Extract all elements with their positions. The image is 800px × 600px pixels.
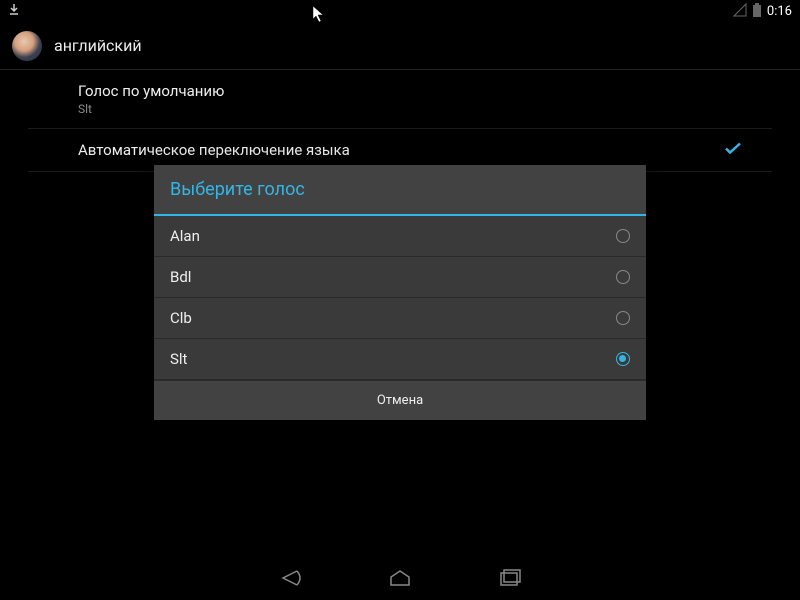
- voice-option-slt[interactable]: Slt: [154, 339, 646, 380]
- radio-icon: [616, 311, 630, 325]
- option-label: Clb: [170, 309, 192, 327]
- option-label: Alan: [170, 227, 200, 245]
- option-label: Slt: [170, 350, 187, 368]
- radio-icon: [616, 270, 630, 284]
- dialog-overlay: Выберите голос Alan Bdl Clb Slt Отмена: [0, 0, 800, 600]
- option-label: Bdl: [170, 268, 191, 286]
- dialog-title: Выберите голос: [154, 165, 646, 216]
- radio-icon-selected: [616, 352, 630, 366]
- voice-select-dialog: Выберите голос Alan Bdl Clb Slt Отмена: [154, 165, 646, 420]
- voice-option-alan[interactable]: Alan: [154, 216, 646, 257]
- cancel-button[interactable]: Отмена: [154, 380, 646, 420]
- voice-option-clb[interactable]: Clb: [154, 298, 646, 339]
- voice-option-bdl[interactable]: Bdl: [154, 257, 646, 298]
- radio-icon: [616, 229, 630, 243]
